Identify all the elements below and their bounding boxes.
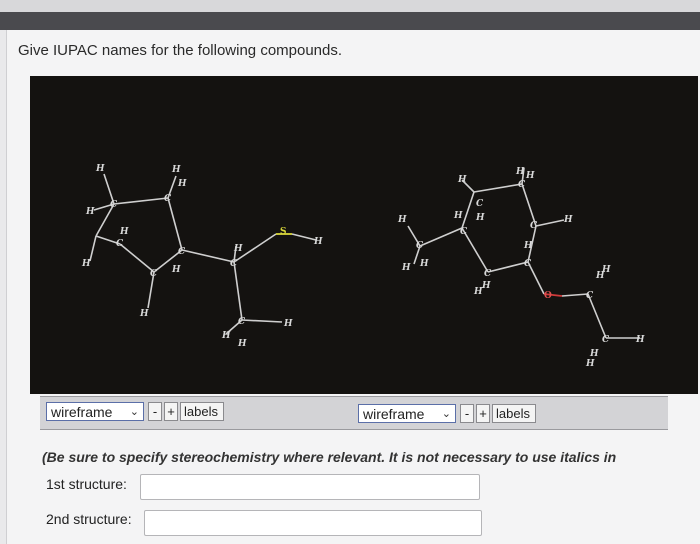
display-mode-select-2[interactable]: wireframe ⌄: [358, 404, 456, 423]
molecule-drawing: H H H H C C H C H C H C H H C S H C H H …: [81, 164, 645, 369]
svg-text:C: C: [150, 269, 158, 279]
svg-text:H: H: [635, 335, 645, 345]
svg-text:H: H: [221, 331, 231, 341]
chevron-down-icon: ⌄: [441, 408, 451, 420]
svg-text:H: H: [397, 215, 407, 225]
svg-text:C: C: [484, 269, 492, 279]
svg-text:H: H: [563, 215, 573, 225]
svg-text:C: C: [116, 239, 124, 249]
svg-text:H: H: [171, 265, 181, 275]
labels-button-1[interactable]: labels: [180, 402, 224, 421]
svg-text:H: H: [515, 167, 525, 177]
svg-text:H: H: [419, 259, 429, 269]
viewer-controls-1: wireframe ⌄ - + labels: [40, 396, 358, 430]
header-bar: [0, 12, 700, 30]
zoom-out-button-1[interactable]: -: [148, 402, 162, 421]
stereochemistry-note: (Be sure to specify stereochemistry wher…: [42, 449, 617, 465]
svg-text:C: C: [586, 291, 594, 301]
zoom-out-button-2[interactable]: -: [460, 404, 474, 423]
svg-text:H: H: [585, 359, 595, 369]
chevron-down-icon: ⌄: [129, 406, 139, 418]
svg-text:O: O: [544, 291, 552, 301]
molecule-2: H H H C H H C H C H H C C H H C C H H O …: [397, 167, 645, 369]
svg-text:H: H: [171, 165, 181, 175]
answer-label-2: 2nd structure:: [46, 511, 132, 527]
display-mode-select-1[interactable]: wireframe ⌄: [46, 402, 144, 421]
svg-text:H: H: [81, 259, 91, 269]
svg-text:H: H: [283, 319, 293, 329]
svg-text:H: H: [475, 213, 485, 223]
svg-text:H: H: [523, 241, 533, 251]
answer-label-1: 1st structure:: [46, 476, 127, 492]
svg-text:S: S: [280, 227, 287, 237]
molecule-viewer[interactable]: H H H H C C H C H C H C H H C S H C H H …: [30, 76, 698, 394]
question-text: Give IUPAC names for the following compo…: [18, 42, 343, 59]
molecule-1: H H H H C C H C H C H C H H C S H C H H …: [81, 164, 323, 349]
svg-text:C: C: [460, 227, 468, 237]
svg-text:H: H: [119, 227, 129, 237]
svg-text:C: C: [238, 317, 246, 327]
answer-field-2[interactable]: [144, 510, 482, 536]
svg-text:C: C: [524, 259, 532, 269]
svg-text:H: H: [401, 263, 411, 273]
svg-text:C: C: [416, 241, 424, 251]
svg-text:C: C: [602, 335, 610, 345]
svg-text:H: H: [313, 237, 323, 247]
svg-text:H: H: [85, 207, 95, 217]
zoom-in-button-1[interactable]: +: [164, 402, 178, 421]
svg-text:H: H: [139, 309, 149, 319]
labels-button-2[interactable]: labels: [492, 404, 536, 423]
answer-field-1[interactable]: [140, 474, 480, 500]
svg-text:H: H: [237, 339, 247, 349]
svg-text:H: H: [481, 281, 491, 291]
zoom-in-button-2[interactable]: +: [476, 404, 490, 423]
svg-text:H: H: [525, 171, 535, 181]
svg-text:H: H: [457, 175, 467, 185]
svg-text:H: H: [453, 211, 463, 221]
svg-text:C: C: [178, 247, 186, 257]
svg-text:C: C: [164, 194, 172, 204]
svg-text:C: C: [110, 200, 118, 210]
svg-text:H: H: [589, 349, 599, 359]
svg-text:C: C: [518, 180, 526, 190]
viewer-controls-2: wireframe ⌄ - + labels: [352, 396, 668, 430]
svg-text:H: H: [95, 164, 105, 174]
svg-text:H: H: [233, 244, 243, 254]
svg-text:C: C: [230, 259, 238, 269]
svg-text:H: H: [177, 179, 187, 189]
svg-text:H: H: [601, 265, 611, 275]
svg-text:C: C: [530, 221, 538, 231]
svg-text:C: C: [476, 199, 484, 209]
